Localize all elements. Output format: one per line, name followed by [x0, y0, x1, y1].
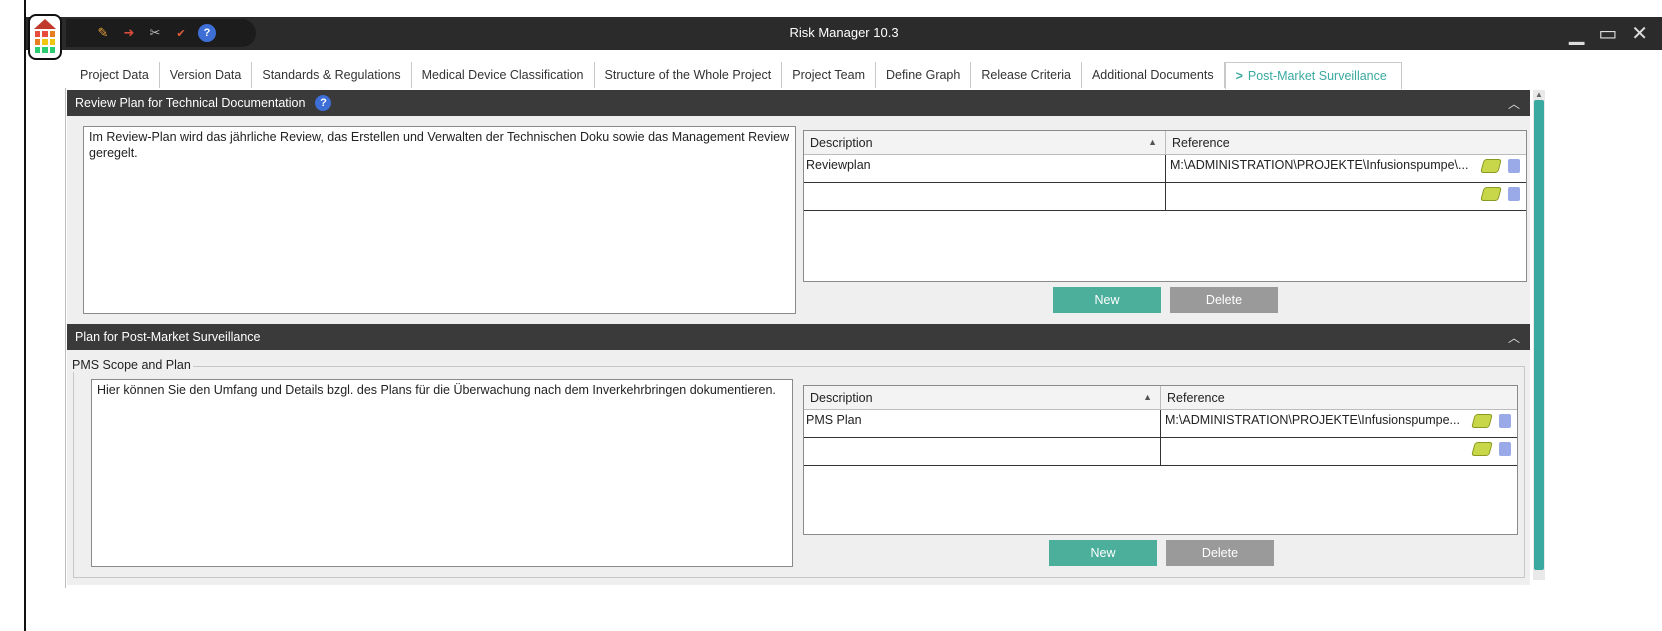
cell-description[interactable]: PMS Plan [804, 410, 1161, 437]
row-actions [1480, 187, 1520, 201]
close-icon[interactable]: ✕ [1631, 21, 1648, 46]
row-actions [1471, 414, 1511, 428]
open-file-icon[interactable] [1499, 442, 1511, 456]
window-left-edge [0, 0, 26, 631]
open-file-icon[interactable] [1508, 159, 1520, 173]
edit-link-icon[interactable] [1480, 187, 1502, 201]
tab-standards-regulations[interactable]: Standards & Regulations [252, 62, 412, 88]
title-bar: ✎ ➜ ✂ ✔ ? Risk Manager 10.3 ▁ ▭ ✕ [26, 17, 1662, 50]
table-header: Description ▲ Reference [804, 131, 1526, 155]
review-new-button[interactable]: New [1053, 287, 1161, 313]
pms-new-button[interactable]: New [1049, 540, 1157, 566]
cell-description[interactable] [804, 438, 1161, 465]
chevron-up-icon[interactable]: ︿ [1508, 95, 1520, 112]
minimize-icon[interactable]: ▁ [1569, 21, 1584, 46]
tab-medical-device-classification[interactable]: Medical Device Classification [411, 62, 595, 88]
open-file-icon[interactable] [1508, 187, 1520, 201]
column-label: Description [810, 390, 873, 405]
scrollbar-thumb[interactable] [1534, 100, 1544, 570]
review-delete-button[interactable]: Delete [1170, 287, 1278, 313]
review-section-header[interactable]: Review Plan for Technical Documentation … [67, 90, 1530, 116]
tab-bar: Project Data Version Data Standards & Re… [70, 62, 1402, 89]
section-title: Plan for Post-Market Surveillance [75, 330, 261, 344]
open-file-icon[interactable] [1499, 414, 1511, 428]
column-header-reference[interactable]: Reference [1166, 131, 1526, 154]
window-title: Risk Manager 10.3 [789, 25, 899, 40]
cell-reference[interactable] [1161, 438, 1517, 465]
window-controls: ▁ ▭ ✕ [1569, 21, 1648, 46]
pms-reference-table: Description ▲ Reference PMS Plan M:\ADMI… [803, 385, 1518, 535]
tab-post-market-surveillance[interactable]: > Post-Market Surveillance [1224, 62, 1402, 89]
tab-additional-documents[interactable]: Additional Documents [1081, 62, 1225, 88]
reference-path: M:\ADMINISTRATION\PROJEKTE\Infusionspump… [1165, 413, 1460, 427]
edit-link-icon[interactable] [1471, 442, 1493, 456]
tab-project-data[interactable]: Project Data [70, 62, 160, 88]
pms-section-header[interactable]: Plan for Post-Market Surveillance ︿ [67, 324, 1530, 350]
maximize-icon[interactable]: ▭ [1598, 21, 1617, 46]
logo-grid-icon [35, 31, 55, 53]
sort-ascending-icon: ▲ [1143, 392, 1152, 402]
column-header-reference[interactable]: Reference [1161, 386, 1517, 409]
cell-reference[interactable]: M:\ADMINISTRATION\PROJEKTE\Infusionspump… [1166, 155, 1526, 182]
chevron-right-icon: > [1235, 69, 1243, 83]
section-title: Review Plan for Technical Documentation [75, 96, 306, 110]
tab-release-criteria[interactable]: Release Criteria [971, 62, 1082, 88]
pms-group-label: PMS Scope and Plan [70, 358, 193, 372]
table-row[interactable] [804, 438, 1517, 466]
cell-description[interactable]: Reviewplan [804, 155, 1166, 182]
sort-ascending-icon: ▲ [1148, 137, 1157, 147]
cell-description[interactable] [804, 183, 1166, 210]
chevron-up-icon[interactable]: ︿ [1508, 329, 1520, 346]
table-row[interactable]: PMS Plan M:\ADMINISTRATION\PROJEKTE\Infu… [804, 410, 1517, 438]
edit-link-icon[interactable] [1471, 414, 1493, 428]
tab-version-data[interactable]: Version Data [159, 62, 253, 88]
tab-label: Post-Market Surveillance [1247, 69, 1387, 83]
column-header-description[interactable]: Description ▲ [804, 131, 1166, 154]
table-header: Description ▲ Reference [804, 386, 1517, 410]
review-plan-textarea[interactable]: Im Review-Plan wird das jährliche Review… [83, 126, 796, 314]
tab-structure-whole-project[interactable]: Structure of the Whole Project [594, 62, 783, 88]
row-actions [1480, 159, 1520, 173]
logo-roof-icon [34, 19, 56, 29]
column-header-description[interactable]: Description ▲ [804, 386, 1161, 409]
review-reference-table: Description ▲ Reference Reviewplan M:\AD… [803, 130, 1527, 282]
scroll-up-icon[interactable]: ▲ [1535, 90, 1543, 99]
tab-define-graph[interactable]: Define Graph [875, 62, 972, 88]
cell-reference[interactable] [1166, 183, 1526, 210]
table-row[interactable]: Reviewplan M:\ADMINISTRATION\PROJEKTE\In… [804, 155, 1526, 183]
app-logo[interactable] [28, 14, 62, 60]
row-actions [1471, 442, 1511, 456]
edit-link-icon[interactable] [1480, 159, 1502, 173]
pms-delete-button[interactable]: Delete [1166, 540, 1274, 566]
tab-project-team[interactable]: Project Team [782, 62, 876, 88]
cell-reference[interactable]: M:\ADMINISTRATION\PROJEKTE\Infusionspump… [1161, 410, 1517, 437]
reference-path: M:\ADMINISTRATION\PROJEKTE\Infusionspump… [1170, 158, 1469, 172]
table-row[interactable] [804, 183, 1526, 211]
vertical-scrollbar[interactable]: ▲ [1533, 90, 1545, 580]
column-label: Description [810, 135, 873, 150]
pms-plan-textarea[interactable]: Hier können Sie den Umfang und Details b… [91, 379, 793, 567]
help-icon[interactable]: ? [315, 95, 332, 111]
